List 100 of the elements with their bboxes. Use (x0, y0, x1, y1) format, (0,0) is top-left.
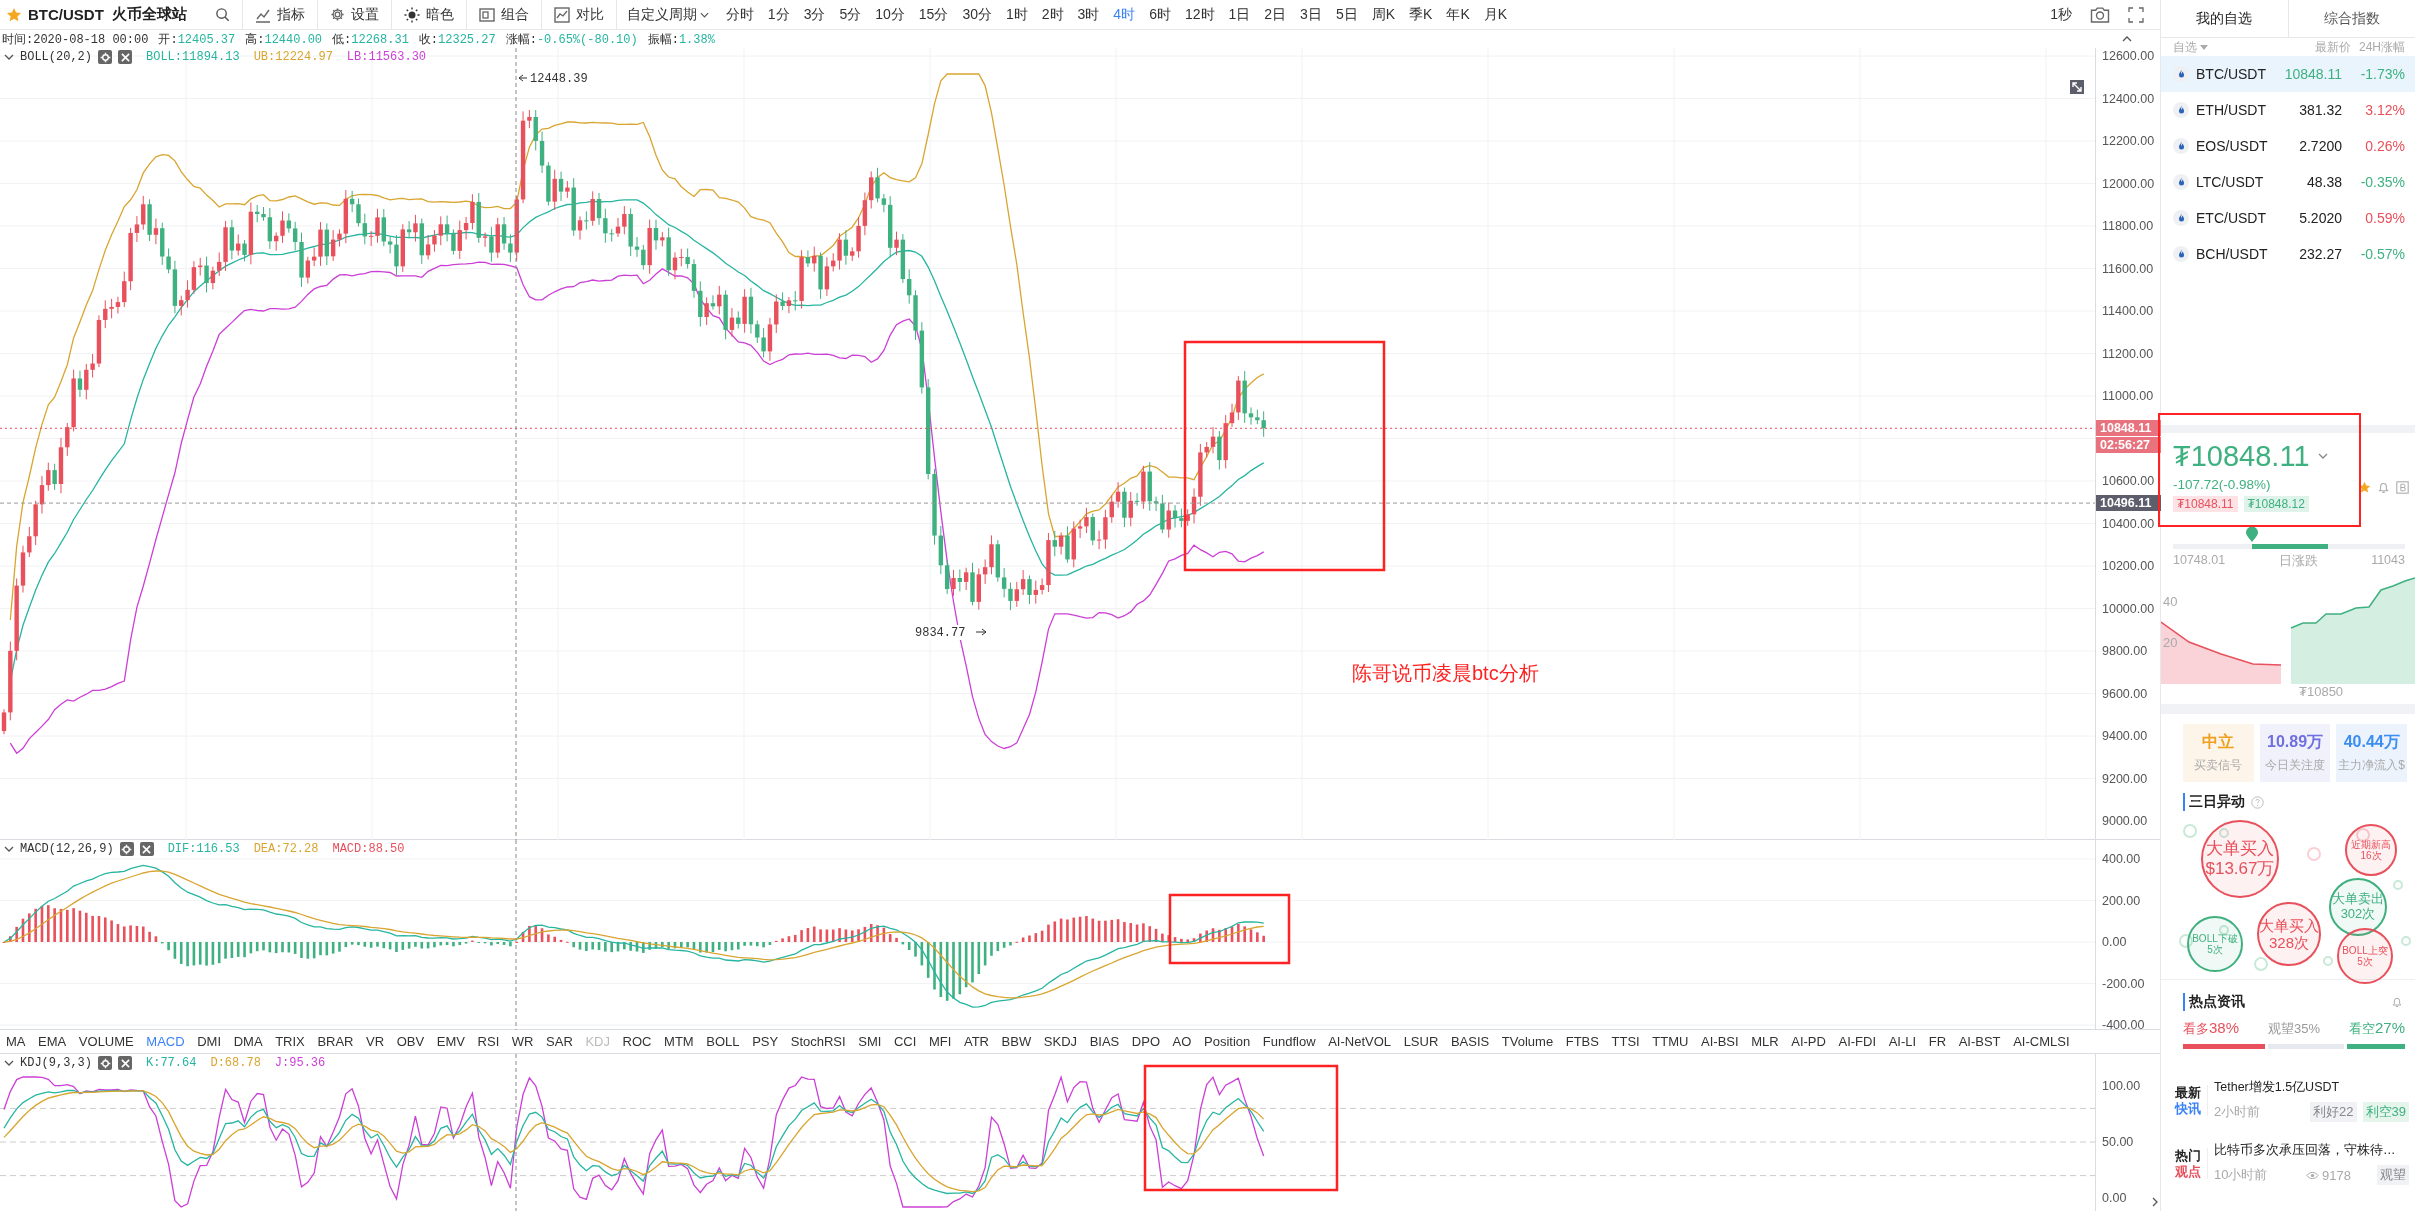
chevron-right-icon[interactable] (2152, 1197, 2158, 1207)
indicator-tab[interactable]: AI-CMLSI (2013, 1034, 2070, 1049)
indicator-tab[interactable]: MA (6, 1034, 26, 1049)
period-tab[interactable]: 周K (1364, 5, 1403, 24)
indicator-tab[interactable]: Fundflow (1262, 1034, 1316, 1049)
indicator-close-button[interactable] (118, 50, 132, 64)
collapse-caret-icon[interactable] (4, 1058, 14, 1068)
indicator-tab[interactable]: BASIS (1450, 1034, 1490, 1049)
symbol-pair[interactable]: BTC/USDT (28, 6, 104, 23)
indicator-tab[interactable]: SMI (858, 1034, 882, 1049)
indicator-tab[interactable]: TRIX (275, 1034, 305, 1049)
star-icon[interactable] (2358, 481, 2371, 494)
indicator-tab[interactable]: PSY (752, 1034, 779, 1049)
period-tab[interactable]: 4时 (1106, 5, 1143, 24)
indicator-tab[interactable]: ROC (622, 1034, 652, 1049)
sidebar-tab[interactable]: 综合指数 (2287, 0, 2415, 37)
indicator-tab[interactable]: AI-BSI (1701, 1034, 1739, 1049)
indicator-tab[interactable]: BOLL (706, 1034, 740, 1049)
indicator-settings-button[interactable] (98, 1056, 112, 1070)
sidebar-tab[interactable]: 我的自选 (2161, 0, 2288, 37)
watchlist-row[interactable]: ETH/USDT 381.32 3.12% (2161, 92, 2415, 128)
toolbar-button[interactable]: 指标 (242, 0, 317, 30)
period-tab[interactable]: 分时 (718, 5, 761, 24)
indicator-tab[interactable]: SKDJ (1043, 1034, 1078, 1049)
period-tab[interactable]: 1分 (760, 5, 797, 24)
period-tab[interactable]: 3分 (796, 5, 833, 24)
period-tab[interactable]: 3日 (1293, 5, 1329, 24)
indicator-tab[interactable]: SAR (546, 1034, 573, 1049)
refresh-rate[interactable]: 1秒 (2050, 5, 2072, 24)
collapse-icon[interactable] (2122, 36, 2132, 42)
indicator-tab[interactable]: CCI (893, 1034, 917, 1049)
period-tab[interactable]: 5日 (1328, 5, 1365, 24)
period-tab[interactable]: 年K (1439, 5, 1477, 24)
indicator-tab[interactable]: AI-LI (1888, 1034, 1917, 1049)
indicator-tab[interactable]: TTSI (1611, 1034, 1640, 1049)
period-tab[interactable]: 月K (1476, 5, 1515, 24)
indicator-tab[interactable]: BBW (1001, 1034, 1032, 1049)
indicator-tab[interactable]: DPO (1131, 1034, 1160, 1049)
indicator-tab[interactable]: LSUR (1403, 1034, 1439, 1049)
indicator-tab[interactable]: FTBS (1565, 1034, 1599, 1049)
fullscreen-icon[interactable] (2128, 6, 2144, 23)
indicator-tab[interactable]: VOLUME (78, 1034, 134, 1049)
period-tab[interactable]: 12时 (1177, 5, 1222, 24)
chevron-down-icon[interactable] (2317, 453, 2328, 459)
indicator-tab[interactable]: StochRSI (790, 1034, 846, 1049)
indicator-settings-button[interactable] (98, 50, 112, 64)
watchlist-row[interactable]: BCH/USDT 232.27 -0.57% (2161, 236, 2415, 272)
indicator-tab[interactable]: MACD (146, 1034, 185, 1049)
period-tab[interactable]: 2日 (1257, 5, 1294, 24)
indicator-tab[interactable]: MLR (1751, 1034, 1779, 1049)
indicator-tab[interactable]: DMA (233, 1034, 263, 1049)
period-tab[interactable]: 10分 (868, 5, 912, 24)
news-title[interactable]: Tether增发1.5亿USDT (2214, 1079, 2409, 1096)
indicator-tab[interactable]: MFI (928, 1034, 952, 1049)
period-tab[interactable]: 季K (1402, 5, 1440, 24)
period-tab[interactable]: 5分 (832, 5, 869, 24)
indicator-tab[interactable]: BIAS (1089, 1034, 1120, 1049)
period-tab[interactable]: 1日 (1221, 5, 1258, 24)
period-tab[interactable]: 2时 (1034, 5, 1071, 24)
search-icon[interactable] (214, 7, 230, 22)
toolbar-button[interactable]: 暗色 (390, 0, 466, 30)
settings-icon[interactable] (329, 7, 345, 22)
indicator-tab[interactable]: EMV (436, 1034, 465, 1049)
period-tab[interactable]: 3时 (1070, 5, 1107, 24)
indicator-tab[interactable]: VR (366, 1034, 385, 1049)
indicator-tab[interactable]: EMA (38, 1034, 67, 1049)
indicator-close-button[interactable] (139, 842, 154, 856)
indicator-tab[interactable]: AO (1172, 1034, 1192, 1049)
indicator-settings-button[interactable] (119, 842, 134, 856)
indicator-tab[interactable]: FR (1928, 1034, 1947, 1049)
indicator-tab[interactable]: WR (511, 1034, 534, 1049)
collapse-caret-icon[interactable] (4, 52, 14, 62)
indicator-tab[interactable]: TTMU (1652, 1034, 1689, 1049)
collapse-caret-icon[interactable] (4, 844, 14, 854)
news-title[interactable]: 比特币多次承压回落，守株待… (2214, 1142, 2409, 1159)
indicator-tab[interactable]: TVolume (1501, 1034, 1554, 1049)
indicator-close-button[interactable] (118, 1056, 132, 1070)
camera-icon[interactable] (2090, 6, 2110, 23)
indicator-tab[interactable]: AI-PD (1791, 1034, 1826, 1049)
indicator-tab[interactable]: AI-BST (1958, 1034, 2001, 1049)
toolbar-button[interactable]: 组合 (465, 0, 541, 30)
indicator-tab[interactable]: ATR (963, 1034, 989, 1049)
star-icon[interactable] (6, 6, 22, 23)
indicator-tab[interactable]: MTM (664, 1034, 694, 1049)
period-menu[interactable]: 自定义周期 (616, 5, 719, 24)
watchlist-row[interactable]: EOS/USDT 2.7200 0.26% (2161, 128, 2415, 164)
indicator-tab[interactable]: RSI (477, 1034, 500, 1049)
period-tab[interactable]: 30分 (955, 5, 999, 24)
indicator-tab[interactable]: Position (1204, 1034, 1251, 1049)
period-tab[interactable]: 1时 (998, 5, 1035, 24)
indicator-tab[interactable]: OBV (396, 1034, 425, 1049)
toolbar-button[interactable]: 对比 (540, 0, 616, 30)
expand-icon[interactable] (2070, 80, 2084, 94)
period-tab[interactable]: 15分 (911, 5, 956, 24)
watchlist-row[interactable]: LTC/USDT 48.38 -0.35% (2161, 164, 2415, 200)
period-tab[interactable]: 6时 (1142, 5, 1178, 24)
toolbar-button[interactable]: 设置 (316, 0, 391, 30)
indicator-tab[interactable]: DMI (197, 1034, 222, 1049)
indicator-tab[interactable]: BRAR (317, 1034, 354, 1049)
watchlist-row[interactable]: BTC/USDT 10848.11 -1.73% (2161, 56, 2415, 92)
